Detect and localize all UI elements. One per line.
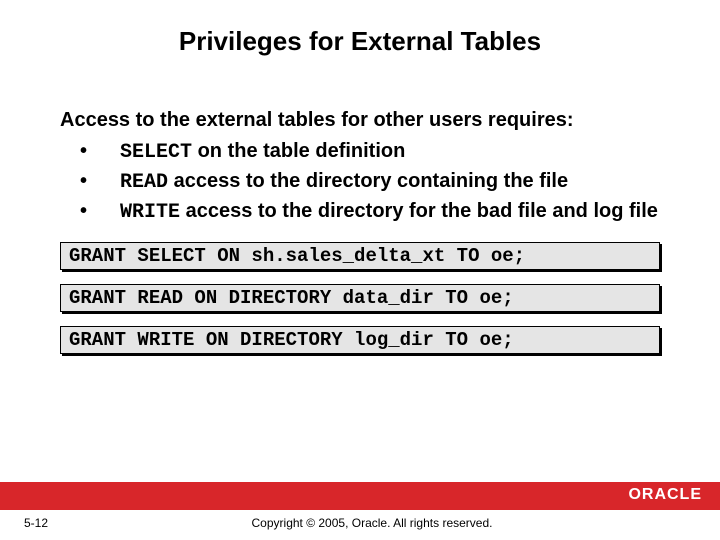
keyword: SELECT (120, 141, 192, 164)
keyword: WRITE (120, 201, 180, 224)
page-number: 5-12 (0, 516, 94, 530)
copyright-text: Copyright © 2005, Oracle. All rights res… (94, 516, 650, 530)
intro-text: Access to the external tables for other … (60, 107, 660, 134)
code-box: GRANT WRITE ON DIRECTORY log_dir TO oe; (60, 326, 660, 354)
bullet-rest: access to the directory containing the f… (168, 170, 568, 192)
bullet-item: READ access to the directory containing … (80, 168, 660, 196)
footer: ORACLE 5-12 Copyright © 2005, Oracle. Al… (0, 482, 720, 540)
footer-line: 5-12 Copyright © 2005, Oracle. All right… (0, 510, 720, 540)
code-box: GRANT SELECT ON sh.sales_delta_xt TO oe; (60, 242, 660, 270)
bullet-rest: on the table definition (192, 140, 405, 162)
code-section: GRANT SELECT ON sh.sales_delta_xt TO oe;… (0, 228, 720, 354)
bullet-list: SELECT on the table definition READ acce… (60, 138, 660, 226)
code-box: GRANT READ ON DIRECTORY data_dir TO oe; (60, 284, 660, 312)
slide: Privileges for External Tables Access to… (0, 0, 720, 540)
footer-redbar: ORACLE (0, 482, 720, 510)
slide-body: Access to the external tables for other … (0, 67, 720, 226)
bullet-item: WRITE access to the directory for the ba… (80, 198, 660, 226)
keyword: READ (120, 171, 168, 194)
bullet-rest: access to the directory for the bad file… (180, 200, 658, 222)
bullet-item: SELECT on the table definition (80, 138, 660, 166)
slide-title: Privileges for External Tables (0, 0, 720, 67)
oracle-logo: ORACLE (628, 486, 702, 504)
